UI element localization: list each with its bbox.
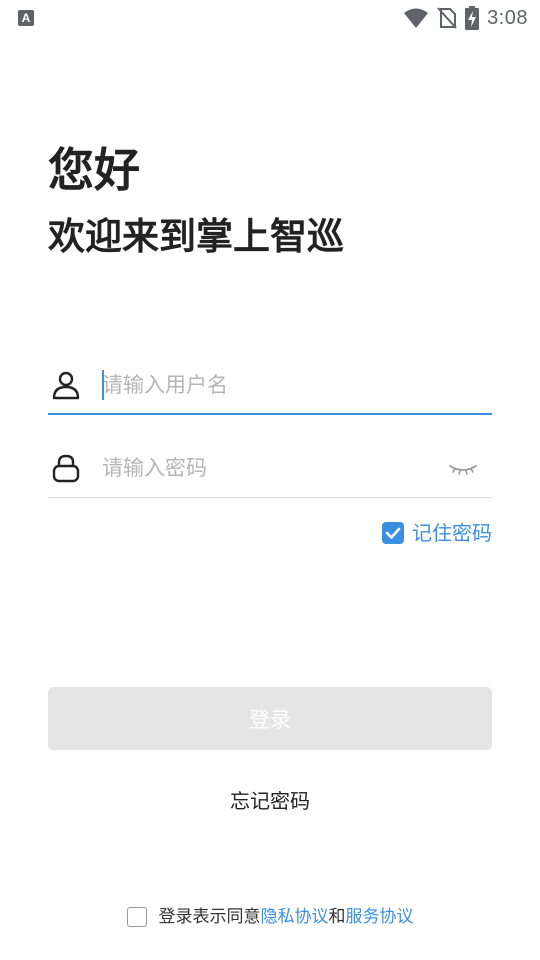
wifi-icon bbox=[404, 8, 429, 28]
agreement-prefix: 登录表示同意 bbox=[158, 907, 261, 927]
agreement-conjunction: 和 bbox=[328, 907, 346, 927]
username-input[interactable] bbox=[102, 365, 422, 405]
check-icon bbox=[385, 527, 401, 539]
agreement-row: 登录表示同意 隐私协议 和 服务协议 bbox=[0, 902, 540, 932]
status-time: 3:08 bbox=[487, 6, 528, 29]
no-sim-icon bbox=[437, 7, 457, 29]
user-icon bbox=[52, 371, 80, 400]
status-bar: A 3:08 bbox=[0, 0, 540, 36]
remember-password-toggle[interactable]: 记住密码 bbox=[382, 518, 492, 548]
password-input[interactable] bbox=[102, 448, 422, 488]
service-agreement-link[interactable]: 服务协议 bbox=[346, 902, 414, 932]
status-indicators: 3:08 bbox=[403, 4, 528, 32]
agreement-checkbox[interactable] bbox=[126, 907, 147, 927]
lock-icon bbox=[52, 454, 80, 483]
login-screen: A 3:08 您好 欢迎来到掌上智巡 请输入用户名 记住密码 登录 忘记密码 登… bbox=[0, 0, 540, 960]
battery-charging-icon bbox=[465, 6, 480, 30]
welcome-title: 欢迎来到掌上智巡 bbox=[48, 215, 344, 258]
text-caret bbox=[102, 370, 104, 400]
forgot-password-link[interactable]: 忘记密码 bbox=[0, 786, 540, 816]
greeting-title: 您好 bbox=[48, 143, 140, 197]
app-notification-icon: A bbox=[18, 10, 34, 26]
password-field bbox=[48, 438, 492, 498]
privacy-policy-link[interactable]: 隐私协议 bbox=[261, 902, 329, 932]
remember-label: 记住密码 bbox=[412, 521, 492, 545]
remember-checkbox[interactable] bbox=[382, 522, 404, 544]
eye-closed-icon[interactable] bbox=[448, 458, 478, 478]
username-field bbox=[48, 355, 492, 415]
login-button[interactable]: 登录 bbox=[48, 687, 492, 750]
